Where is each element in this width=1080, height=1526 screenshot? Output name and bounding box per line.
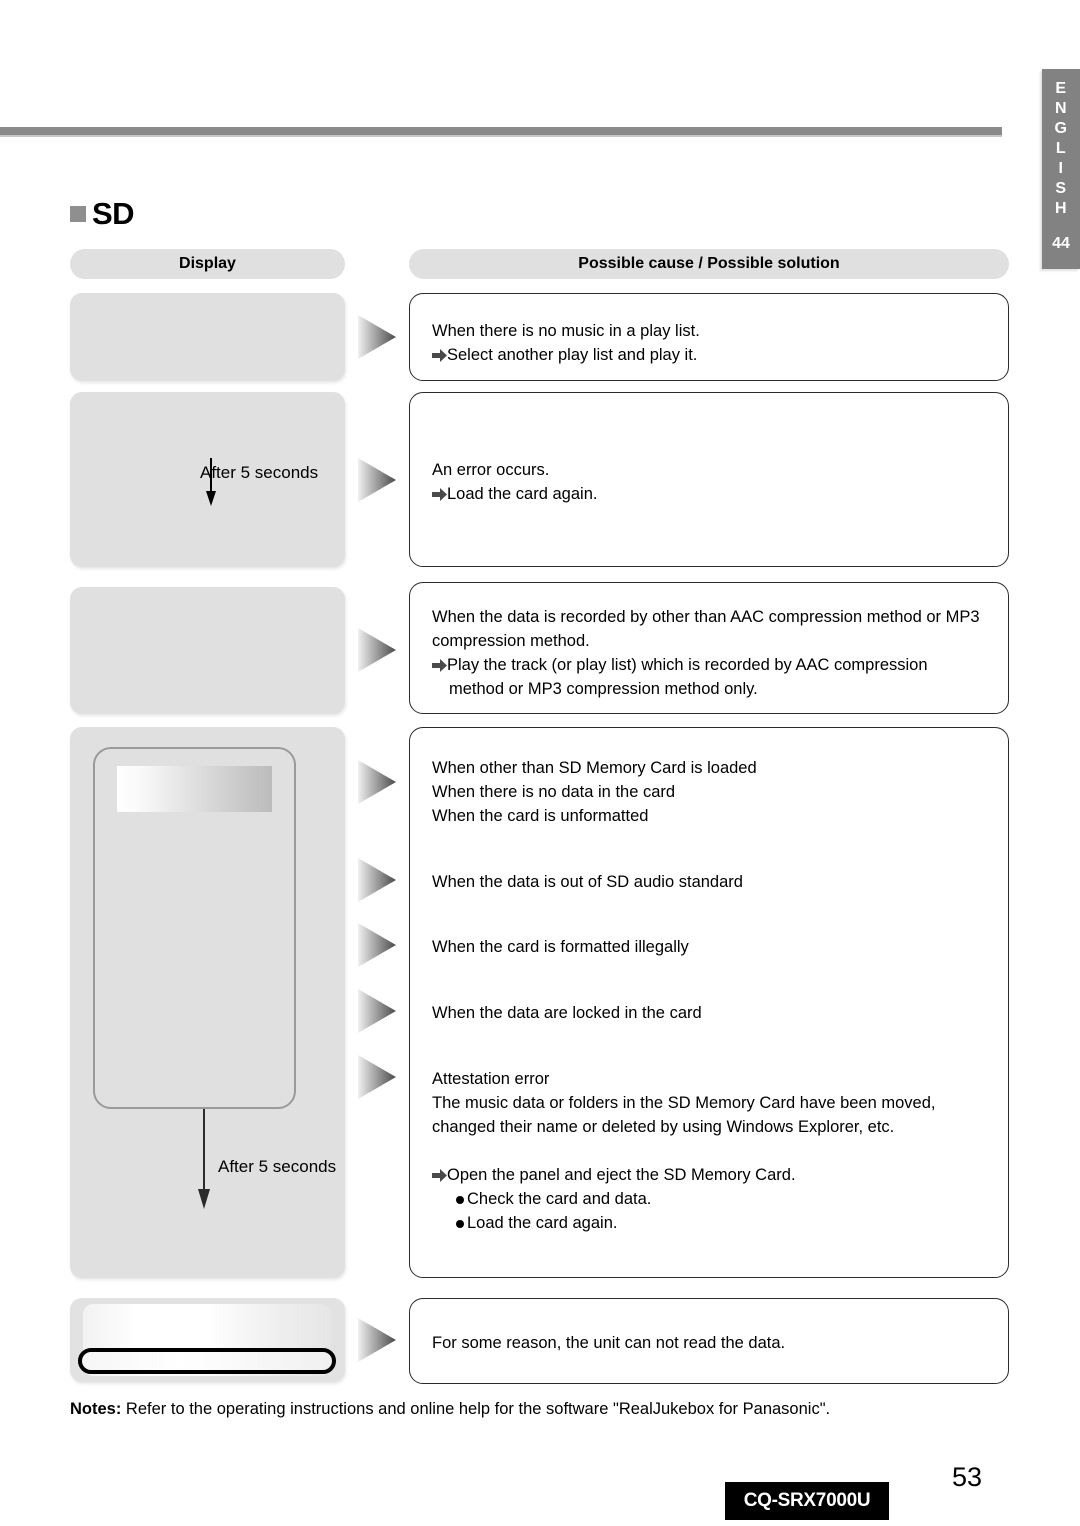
arrow-triangle-icon — [358, 628, 396, 672]
cause-cell-row5: For some reason, the unit can not read t… — [409, 1298, 1009, 1384]
page-number: 53 — [952, 1462, 983, 1492]
cause-line: When the data is recorded by other than … — [432, 608, 980, 626]
display-cell-row4: After 5 seconds — [70, 727, 345, 1278]
display-cell-row1 — [70, 293, 345, 381]
solution-arrow-icon — [432, 659, 447, 672]
cause-line: When the card is formatted illegally — [432, 938, 689, 956]
arrow-triangle-icon — [358, 1318, 396, 1362]
cause-cell-row1: When there is no music in a play list. S… — [409, 293, 1009, 381]
cause-line: When the data are locked in the card — [432, 1004, 702, 1022]
cause-line: Load the card again. — [432, 482, 597, 507]
solution-arrow-icon — [432, 349, 447, 362]
cause-line: When there is no music in a play list. — [432, 322, 700, 340]
arrow-triangle-icon — [358, 1055, 396, 1099]
section-heading: SD — [70, 196, 135, 231]
cause-line: When other than SD Memory Card is loaded — [432, 759, 757, 777]
down-arrow-icon — [198, 1109, 210, 1209]
display-cell-row3 — [70, 587, 345, 714]
notes-text: Refer to the operating instructions and … — [121, 1400, 831, 1418]
arrow-triangle-icon — [358, 858, 396, 902]
arrow-triangle-icon — [358, 989, 396, 1033]
arrow-triangle-icon — [358, 458, 396, 502]
solution-line: Open the panel and eject the SD Memory C… — [432, 1163, 796, 1188]
arrow-triangle-icon — [358, 923, 396, 967]
solution-arrow-icon — [432, 488, 447, 501]
cause-cell-row4: When other than SD Memory Card is loaded… — [409, 727, 1009, 1278]
language-tab: E N G L I S H 44 — [1042, 69, 1080, 269]
language-letter: G — [1054, 120, 1068, 137]
language-letter: H — [1054, 200, 1068, 217]
device-panel-illustration — [93, 747, 296, 1109]
cause-line: When there is no data in the card — [432, 783, 676, 801]
display-pill-shape — [78, 1348, 336, 1374]
solution-line: Load the card again. — [455, 1211, 617, 1236]
solution-arrow-icon — [432, 1169, 447, 1182]
cause-cell-row2: An error occurs. Load the card again. — [409, 392, 1009, 567]
cause-line: The music data or folders in the SD Memo… — [432, 1094, 936, 1112]
section-title: SD — [92, 196, 135, 231]
cause-line: An error occurs. — [432, 461, 550, 479]
cause-line: When the data is out of SD audio standar… — [432, 873, 743, 891]
language-letter: I — [1058, 160, 1064, 177]
notes-paragraph: Notes: Refer to the operating instructio… — [70, 1400, 830, 1419]
cause-line: When the card is unformatted — [432, 807, 649, 825]
language-letter: L — [1055, 140, 1067, 157]
language-letter: S — [1055, 180, 1067, 197]
cause-line: changed their name or deleted by using W… — [432, 1118, 895, 1136]
device-screen-bar — [117, 766, 272, 812]
reference-page-number: 44 — [1052, 235, 1070, 252]
arrow-triangle-icon — [358, 315, 396, 359]
timer-label-row2: After 5 seconds — [200, 463, 319, 482]
model-number-badge: CQ-SRX7000U — [725, 1482, 889, 1520]
arrow-triangle-icon — [358, 760, 396, 804]
timer-label-row4: After 5 seconds — [218, 1157, 337, 1176]
bullet-dot-icon — [456, 1220, 464, 1228]
square-bullet-icon — [70, 205, 86, 222]
cause-line: For some reason, the unit can not read t… — [432, 1334, 786, 1352]
column-header-display: Display — [70, 249, 345, 279]
language-letter: N — [1054, 100, 1068, 117]
manual-page: E N G L I S H 44 SD Display Possible cau… — [0, 0, 1080, 1526]
solution-line: Check the card and data. — [455, 1187, 651, 1212]
column-header-cause: Possible cause / Possible solution — [409, 249, 1009, 279]
cause-line: Attestation error — [432, 1070, 550, 1088]
cause-line: method or MP3 compression method only. — [449, 680, 758, 698]
header-rule — [0, 127, 1002, 137]
display-cell-row5 — [70, 1298, 345, 1382]
cause-line: Play the track (or play list) which is r… — [432, 653, 928, 678]
cause-line: Select another play list and play it. — [432, 343, 697, 368]
notes-label: Notes: — [70, 1400, 122, 1418]
bullet-dot-icon — [456, 1196, 464, 1204]
cause-line: compression method. — [432, 632, 590, 650]
cause-cell-row3: When the data is recorded by other than … — [409, 582, 1009, 714]
language-letter: E — [1055, 80, 1067, 97]
